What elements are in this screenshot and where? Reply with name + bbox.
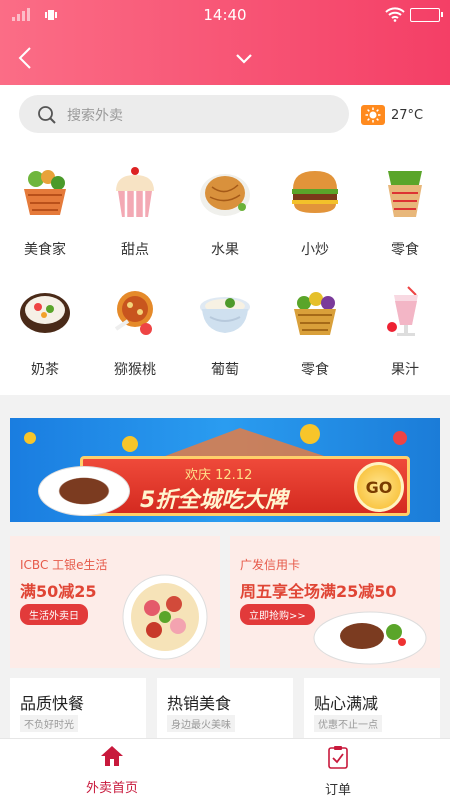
promo-cgb-tag: 立即抢购>> bbox=[240, 604, 315, 625]
promo-icbc-tag: 生活外卖日 bbox=[20, 604, 88, 625]
search-input[interactable]: 搜索外卖 bbox=[19, 95, 349, 133]
search-placeholder: 搜索外卖 bbox=[67, 108, 123, 124]
chevron-down-icon[interactable] bbox=[235, 53, 253, 65]
wifi-icon bbox=[385, 7, 405, 22]
card-quality-fastfood[interactable]: 品质快餐 不负好时光 bbox=[10, 678, 146, 738]
weather-widget[interactable]: 27°C bbox=[361, 105, 423, 125]
promo-icbc-offer: 满50减25 bbox=[20, 582, 97, 601]
banner-title: 5折全城吃大牌 bbox=[140, 488, 288, 513]
category-dessert[interactable]: 甜点 bbox=[90, 165, 180, 259]
fruit-basket-icon bbox=[294, 292, 336, 335]
food-basket-icon bbox=[24, 170, 66, 215]
promo-cgb[interactable]: 广发信用卡 周五享全场满25减50 立即抢购>> bbox=[230, 536, 440, 668]
promo-banner[interactable]: 欢庆 12.12 5折全城吃大牌 GO bbox=[10, 418, 440, 522]
category-grid: 美食家 甜点 水果 小炒 零食 奶茶 猕猴桃 葡萄 零食 果汁 bbox=[0, 143, 450, 395]
pizza-icon bbox=[114, 291, 153, 335]
promo-icbc[interactable]: ICBC 工银e生活 满50减25 生活外卖日 bbox=[10, 536, 220, 668]
wrap-icon bbox=[388, 171, 422, 217]
steak-plate-image bbox=[38, 466, 130, 516]
category-fruit[interactable]: 水果 bbox=[180, 165, 270, 259]
platter-image bbox=[122, 574, 208, 660]
category-juice[interactable]: 果汁 bbox=[360, 285, 450, 379]
card-hot-food[interactable]: 热销美食 身边最火美味 bbox=[157, 678, 293, 738]
battery-icon bbox=[410, 8, 443, 22]
cupcake-icon bbox=[116, 167, 154, 217]
banner-subtitle: 欢庆 12.12 bbox=[185, 468, 253, 483]
category-stir-fry[interactable]: 小炒 bbox=[270, 165, 360, 259]
search-icon bbox=[38, 106, 56, 124]
hotpot-icon bbox=[20, 293, 70, 333]
promo-icbc-bank: ICBC 工银e生活 bbox=[20, 558, 108, 572]
home-icon bbox=[101, 746, 123, 766]
go-button[interactable]: GO bbox=[354, 462, 404, 512]
category-snacks[interactable]: 零食 bbox=[360, 165, 450, 259]
burger-icon bbox=[292, 171, 338, 213]
smoothie-icon bbox=[387, 286, 418, 336]
steak-dish-image bbox=[313, 611, 427, 665]
back-icon[interactable] bbox=[16, 46, 36, 70]
promo-cgb-offer: 周五享全场满25减50 bbox=[240, 582, 397, 601]
category-milk-tea[interactable]: 奶茶 bbox=[0, 285, 90, 379]
clipboard-icon bbox=[328, 746, 348, 769]
tab-home[interactable]: 外卖首页 bbox=[52, 745, 172, 796]
status-bar: 14:40 bbox=[0, 0, 450, 30]
tab-orders[interactable]: 订单 bbox=[278, 745, 398, 798]
search-area: 搜索外卖 27°C bbox=[0, 85, 450, 143]
temperature: 27°C bbox=[391, 107, 424, 123]
pancake-icon bbox=[200, 174, 250, 216]
promo-cgb-bank: 广发信用卡 bbox=[240, 558, 301, 572]
sun-icon bbox=[361, 105, 385, 125]
card-discount[interactable]: 贴心满减 优惠不止一点 bbox=[304, 678, 440, 738]
status-time: 14:40 bbox=[203, 6, 247, 24]
header: 14:40 bbox=[0, 0, 450, 85]
noodle-bowl-icon bbox=[200, 297, 250, 333]
category-snacks-2[interactable]: 零食 bbox=[270, 285, 360, 379]
category-kiwi[interactable]: 猕猴桃 bbox=[90, 285, 180, 379]
category-gourmet[interactable]: 美食家 bbox=[0, 165, 90, 259]
tab-bar: 外卖首页 订单 bbox=[0, 738, 450, 800]
category-grape[interactable]: 葡萄 bbox=[180, 285, 270, 379]
